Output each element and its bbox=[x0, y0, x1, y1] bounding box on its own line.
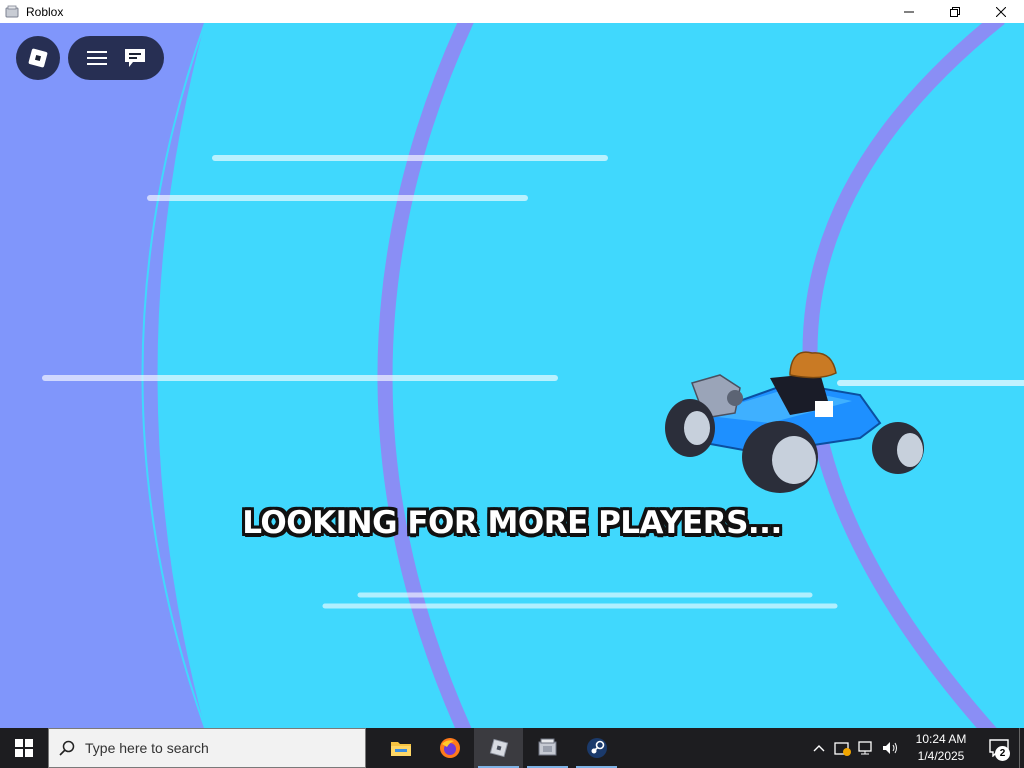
clock-date: 1/4/2025 bbox=[917, 749, 965, 763]
windows-logo-icon bbox=[15, 739, 33, 757]
chevron-up-icon bbox=[813, 745, 825, 752]
matchmaking-status-text: LOOKING FOR MORE PLAYERS... bbox=[242, 505, 782, 541]
minimize-button[interactable] bbox=[886, 0, 932, 23]
window-titlebar[interactable]: Roblox bbox=[0, 0, 1024, 23]
windows-taskbar: Type here to search 10:24 AM 1/4/2025 2 bbox=[0, 728, 1024, 768]
chat-icon[interactable] bbox=[120, 43, 150, 73]
network-icon bbox=[858, 741, 872, 755]
roblox-app-icon bbox=[4, 4, 20, 20]
taskbar-pinned-apps bbox=[376, 728, 621, 768]
notification-count-badge: 2 bbox=[995, 746, 1010, 761]
hamburger-menu-icon[interactable] bbox=[82, 43, 112, 73]
game-background bbox=[42, 23, 1024, 728]
steam-icon bbox=[586, 738, 607, 758]
search-placeholder: Type here to search bbox=[85, 740, 209, 756]
roblox-topbar bbox=[16, 36, 164, 80]
search-icon bbox=[49, 740, 85, 756]
roblox-logo-icon bbox=[28, 48, 48, 68]
firefox-icon bbox=[439, 738, 460, 758]
game-viewport[interactable]: LOOKING FOR MORE PLAYERS... bbox=[0, 23, 1024, 728]
start-button[interactable] bbox=[0, 728, 48, 768]
action-center-button[interactable]: 2 bbox=[979, 728, 1019, 768]
taskbar-firefox[interactable] bbox=[425, 728, 474, 768]
close-button[interactable] bbox=[978, 0, 1024, 23]
taskbar-file-explorer[interactable] bbox=[376, 728, 425, 768]
show-desktop-button[interactable] bbox=[1019, 728, 1024, 768]
system-tray: 10:24 AM 1/4/2025 2 bbox=[807, 728, 1024, 768]
menu-chat-pill bbox=[68, 36, 164, 80]
volume-button[interactable] bbox=[879, 728, 903, 768]
tray-app-icon[interactable] bbox=[831, 728, 855, 768]
network-button[interactable] bbox=[855, 728, 879, 768]
roblox-menu-button[interactable] bbox=[16, 36, 60, 80]
roblox-studio-icon bbox=[538, 738, 556, 756]
show-hidden-icons-button[interactable] bbox=[807, 728, 831, 768]
taskbar-steam[interactable] bbox=[572, 728, 621, 768]
taskbar-clock[interactable]: 10:24 AM 1/4/2025 bbox=[903, 731, 979, 765]
taskbar-roblox[interactable] bbox=[474, 728, 523, 768]
window-title: Roblox bbox=[26, 4, 64, 19]
speaker-icon bbox=[883, 742, 897, 754]
clock-time: 10:24 AM bbox=[915, 732, 967, 746]
taskbar-search-box[interactable]: Type here to search bbox=[48, 728, 366, 768]
taskbar-roblox-studio[interactable] bbox=[523, 728, 572, 768]
windows-update-icon bbox=[834, 742, 851, 756]
file-explorer-icon bbox=[390, 742, 411, 756]
restore-button[interactable] bbox=[932, 0, 978, 23]
roblox-icon bbox=[489, 738, 508, 758]
